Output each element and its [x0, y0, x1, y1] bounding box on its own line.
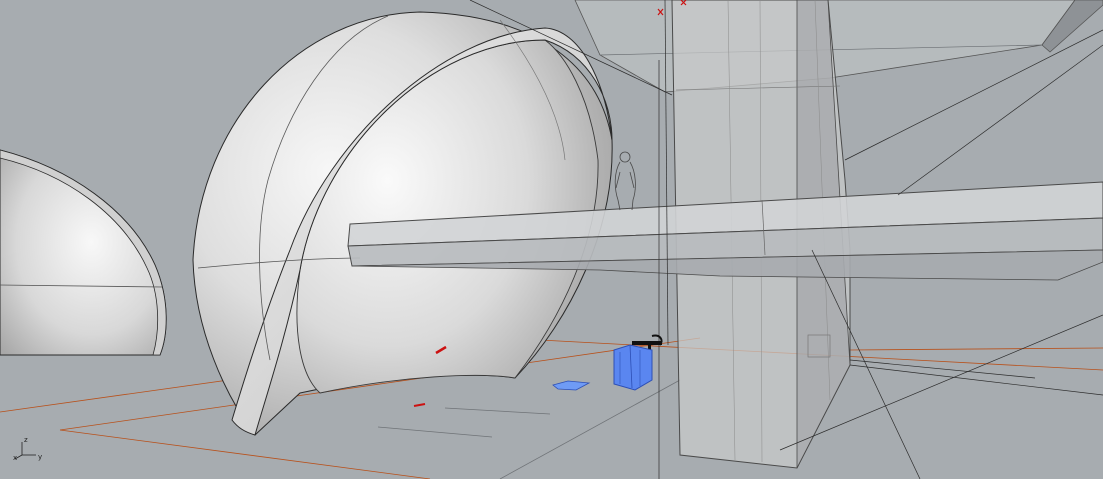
- ground-construction-lines: [0, 337, 1103, 479]
- x-axis-label: x: [13, 454, 17, 462]
- human-figure[interactable]: [614, 151, 636, 211]
- blue-block[interactable]: [613, 344, 653, 391]
- upper-slab[interactable]: [574, 0, 1103, 93]
- blue-slab[interactable]: [552, 380, 591, 391]
- rhino-3d-viewport[interactable]: z y x: [0, 0, 1103, 479]
- axis-gizmo: z y x: [13, 436, 42, 462]
- ground-guide-lines: [377, 379, 681, 479]
- z-axis-label: z: [24, 436, 28, 444]
- left-dome-shell[interactable]: [0, 149, 167, 356]
- y-axis-label: y: [38, 453, 42, 461]
